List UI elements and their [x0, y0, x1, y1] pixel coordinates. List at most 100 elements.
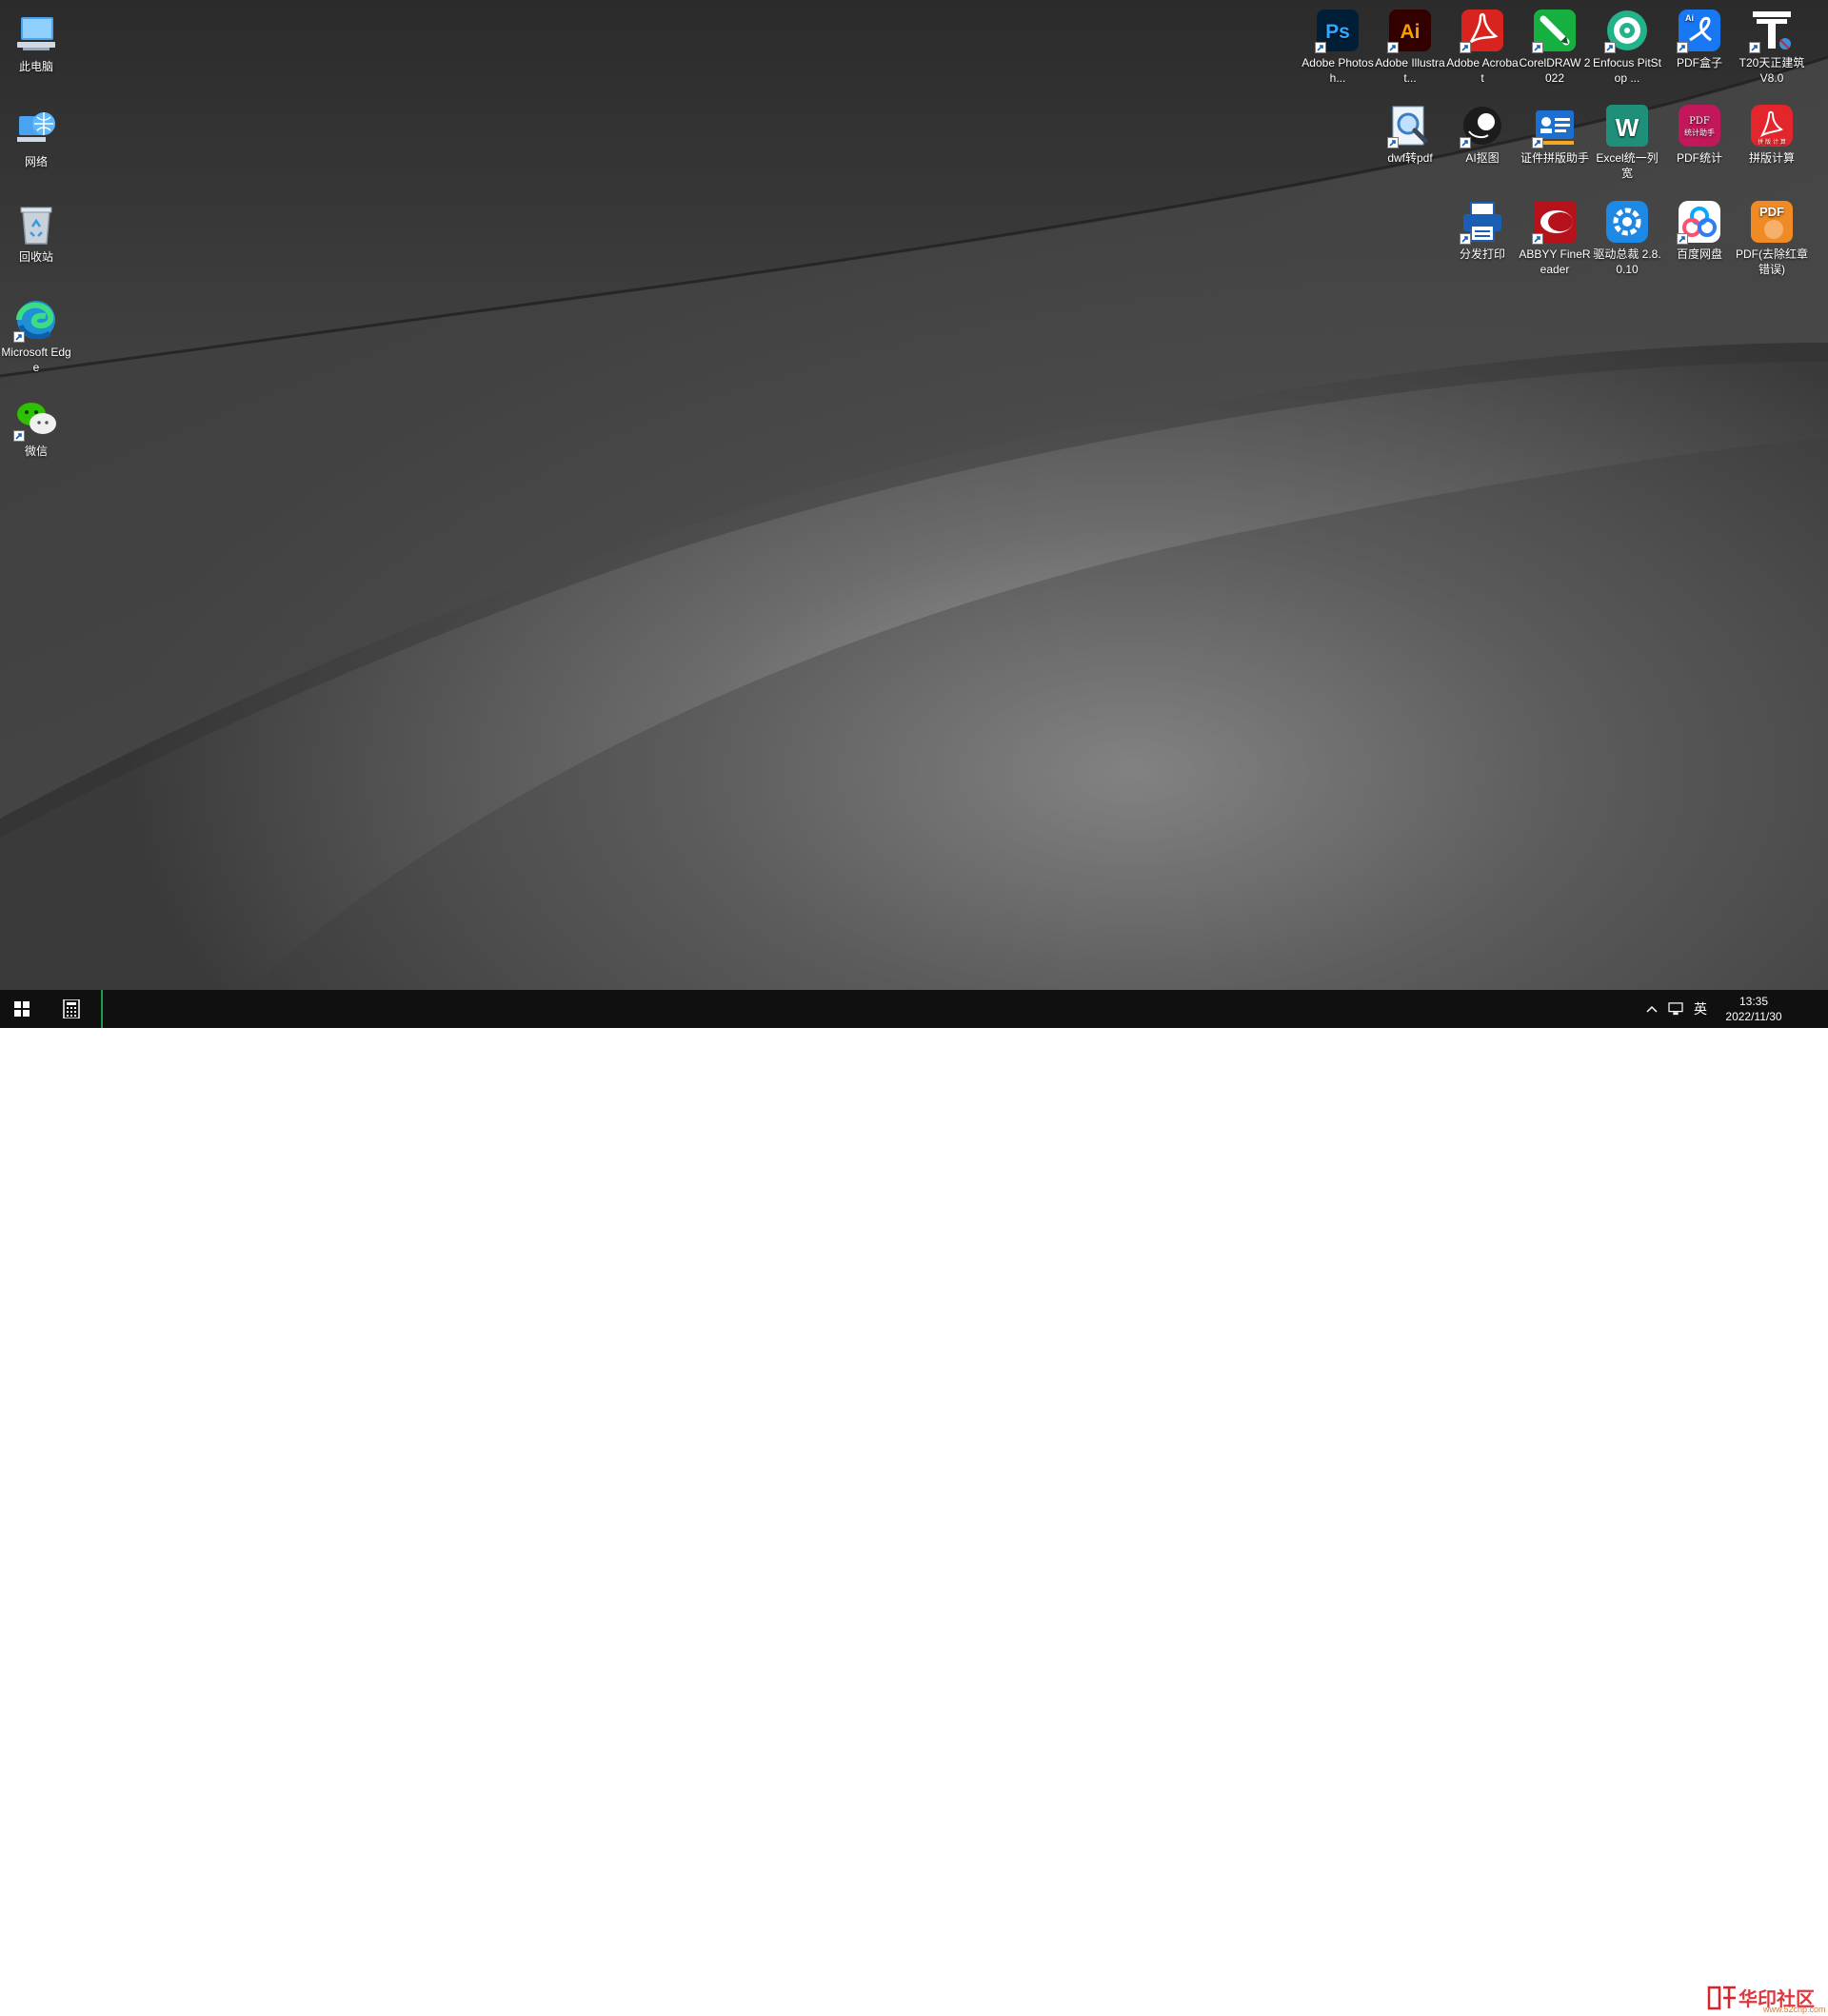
desktop-icon-wechat[interactable]: 微信 — [0, 392, 72, 459]
acrobat-icon — [1460, 8, 1505, 53]
excel-column-glyph: W — [1616, 113, 1639, 142]
watermark-logo-icon — [1707, 1986, 1736, 2010]
desktop-icon-pdf-stats[interactable]: PDF 统计助手 PDF统计 — [1663, 99, 1736, 166]
start-button[interactable] — [0, 990, 44, 1028]
shortcut-arrow-icon — [1604, 42, 1616, 53]
desktop-icon-recycle-bin[interactable]: 回收站 — [0, 198, 72, 265]
icon-label: 微信 — [24, 445, 48, 458]
driver-icon — [1604, 199, 1650, 245]
active-app-indicator — [101, 990, 103, 1028]
desktop-icon-layout-calc[interactable]: 拼 版 计 算 拼版计算 — [1736, 99, 1808, 166]
desktop-icon-pitstop[interactable]: Enfocus PitStop ... — [1591, 4, 1663, 86]
shortcut-arrow-icon — [13, 331, 25, 343]
icon-label: 驱动总裁 2.8.0.10 — [1593, 247, 1661, 276]
desktop-icon-illustrator[interactable]: Ai Adobe Illustrat... — [1374, 4, 1446, 86]
shortcut-arrow-icon — [1315, 42, 1326, 53]
icon-label: 证件拼版助手 — [1520, 151, 1589, 165]
desktop-icon-coreldraw[interactable]: CorelDRAW 2022 — [1519, 4, 1591, 86]
taskbar: 英 13:35 2022/11/30 华印社区 www.52cnp.com — [0, 990, 1828, 2014]
pdf-stats-glyph: PDF — [1689, 116, 1710, 127]
windows-logo-icon — [14, 1001, 30, 1017]
icon-label: dwf转pdf — [1387, 151, 1433, 165]
desktop-icon-driver[interactable]: 驱动总裁 2.8.0.10 — [1591, 195, 1663, 277]
icon-label: 百度网盘 — [1676, 247, 1722, 261]
shortcut-arrow-icon — [1460, 42, 1471, 53]
pdf-stats-glyph2: 统计助手 — [1684, 128, 1715, 137]
shortcut-arrow-icon — [1532, 42, 1543, 53]
shortcut-arrow-icon — [1677, 42, 1688, 53]
desktop-icon-photoshop[interactable]: Ps Adobe Photosh... — [1301, 4, 1374, 86]
clock-date: 2022/11/30 — [1725, 1010, 1782, 1023]
icon-label: Enfocus PitStop ... — [1592, 56, 1662, 85]
desktop-icon-network[interactable]: 网络 — [0, 103, 72, 169]
shortcut-arrow-icon — [1460, 137, 1471, 148]
desktop-icon-pdf-stamp[interactable]: PDF PDF(去除红章错误) — [1736, 195, 1808, 277]
pitstop-icon — [1604, 8, 1650, 53]
pdf-stats-icon: PDF 统计助手 — [1677, 103, 1722, 148]
pdf-box-glyph: Ai — [1685, 13, 1694, 23]
baidu-netdisk-icon — [1677, 199, 1722, 245]
calculator-icon — [63, 999, 80, 1018]
excel-column-icon: W — [1604, 103, 1650, 148]
dispatch-print-icon — [1460, 199, 1505, 245]
shortcut-arrow-icon — [1532, 233, 1543, 245]
watermark-text: 华印社区 — [1739, 1987, 1815, 2010]
network-status-icon — [1668, 1002, 1683, 1016]
desktop-icon-id-layout[interactable]: 证件拼版助手 — [1519, 99, 1591, 166]
layout-calc-glyph: 拼 版 计 算 — [1758, 138, 1786, 146]
desktop-icon-abbyy[interactable]: ABBYY FineReader — [1519, 195, 1591, 277]
icon-label: T20天正建筑 V8.0 — [1739, 56, 1805, 85]
desktop-icon-baidu-netdisk[interactable]: 百度网盘 — [1663, 195, 1736, 262]
abbyy-icon — [1532, 199, 1578, 245]
network-icon — [13, 107, 59, 152]
id-layout-icon — [1532, 103, 1578, 148]
desktop[interactable]: 此电脑 网络 回收站 Microsoft Edge 微信 Ps Adobe Ph… — [0, 0, 1828, 990]
shortcut-arrow-icon — [1460, 233, 1471, 245]
desktop-icon-t20[interactable]: T20天正建筑 V8.0 — [1736, 4, 1808, 86]
icon-label: 拼版计算 — [1748, 151, 1795, 165]
recycle-bin-icon — [13, 202, 59, 247]
dwf-to-pdf-icon — [1387, 103, 1433, 148]
icon-label: PDF盒子 — [1676, 56, 1722, 69]
clock-time: 13:35 — [1739, 995, 1769, 1008]
icon-label: AI抠图 — [1465, 151, 1500, 165]
icon-label: PDF(去除红章错误) — [1736, 247, 1808, 276]
ime-label: 英 — [1694, 1001, 1707, 1017]
icon-label: PDF统计 — [1676, 151, 1722, 165]
shortcut-arrow-icon — [13, 430, 25, 442]
desktop-icon-ai-cutout[interactable]: AI抠图 — [1446, 99, 1519, 166]
taskbar-calculator-button[interactable] — [50, 990, 93, 1028]
tray-network-button[interactable] — [1664, 990, 1687, 1028]
shortcut-arrow-icon — [1532, 137, 1543, 148]
ai-cutout-icon — [1460, 103, 1505, 148]
icon-label: CorelDRAW 2022 — [1519, 56, 1591, 85]
photoshop-glyph: Ps — [1325, 21, 1350, 43]
icon-label: Excel统一列宽 — [1596, 151, 1659, 180]
chevron-up-icon — [1646, 1005, 1658, 1013]
shortcut-arrow-icon — [1387, 42, 1399, 53]
icon-label: 分发打印 — [1459, 247, 1505, 261]
tray-overflow-button[interactable] — [1641, 990, 1662, 1028]
edge-icon — [13, 297, 59, 343]
shortcut-arrow-icon — [1677, 233, 1688, 245]
t20-icon — [1749, 8, 1795, 53]
ime-indicator[interactable]: 英 — [1689, 990, 1712, 1028]
icon-label: ABBYY FineReader — [1519, 247, 1591, 276]
desktop-icon-this-pc[interactable]: 此电脑 — [0, 8, 72, 74]
illustrator-glyph: Ai — [1401, 21, 1421, 43]
desktop-icon-dispatch-print[interactable]: 分发打印 — [1446, 195, 1519, 262]
desktop-icon-dwf-to-pdf[interactable]: dwf转pdf — [1374, 99, 1446, 166]
pdf-box-icon: Ai — [1677, 8, 1722, 53]
taskbar-clock[interactable]: 13:35 2022/11/30 — [1718, 994, 1790, 1024]
desktop-icon-excel-column[interactable]: W Excel统一列宽 — [1591, 99, 1663, 181]
pdf-stamp-icon: PDF — [1749, 199, 1795, 245]
icon-label: Adobe Acrobat — [1446, 56, 1519, 85]
desktop-icon-acrobat[interactable]: Adobe Acrobat — [1446, 4, 1519, 86]
icon-label: 此电脑 — [18, 60, 53, 73]
shortcut-arrow-icon — [1387, 137, 1399, 148]
desktop-icon-edge[interactable]: Microsoft Edge — [0, 293, 72, 375]
desktop-icon-pdf-box[interactable]: Ai PDF盒子 — [1663, 4, 1736, 70]
illustrator-icon: Ai — [1387, 8, 1433, 53]
icon-label: 网络 — [24, 155, 48, 168]
icon-label: 回收站 — [18, 250, 53, 264]
